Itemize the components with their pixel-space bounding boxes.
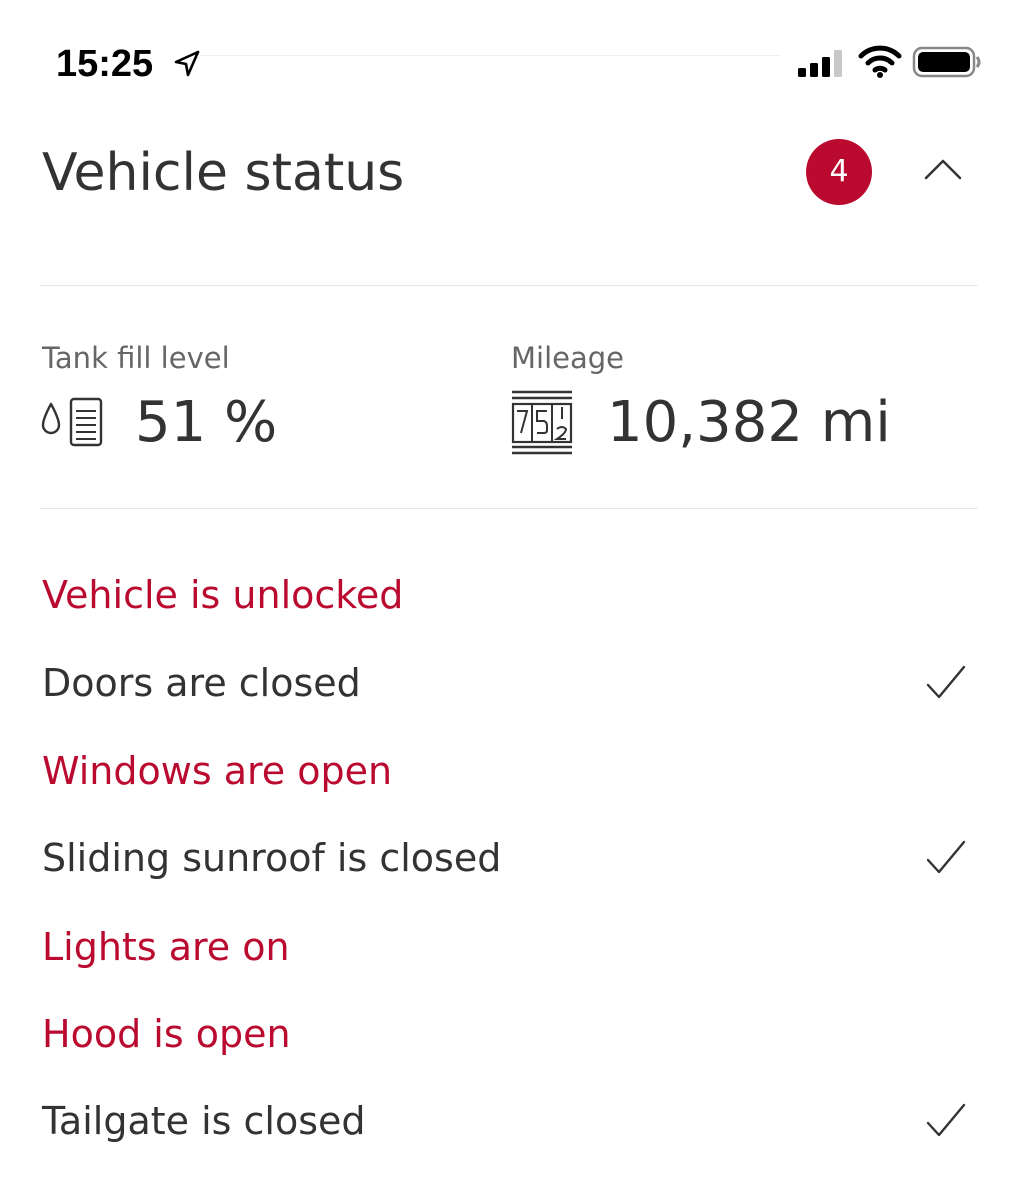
status-item-sunroof: Sliding sunroof is closed [42, 828, 978, 888]
checkmark-icon [926, 1103, 966, 1137]
page-title: Vehicle status [42, 143, 405, 203]
mileage-label: Mileage [511, 341, 624, 375]
chevron-up-icon [924, 159, 962, 180]
status-bar: 15:25 [0, 0, 1018, 110]
status-text: Windows are open [42, 749, 393, 793]
status-time: 15:25 [56, 43, 154, 85]
battery-icon [912, 46, 981, 78]
wifi-icon [858, 45, 902, 78]
alert-count-badge: 4 [806, 139, 872, 205]
status-text: Tailgate is closed [42, 1099, 366, 1143]
divider [40, 508, 978, 509]
status-text: Lights are on [42, 925, 290, 969]
status-item-doors: Doors are closed [42, 653, 978, 713]
status-item-tailgate: Tailgate is closed [42, 1091, 978, 1151]
status-item-lights: Lights are on [42, 917, 978, 977]
checkmark-icon [926, 665, 966, 699]
location-arrow-icon [174, 50, 200, 77]
status-text: Hood is open [42, 1012, 291, 1056]
status-text: Vehicle is unlocked [42, 573, 404, 617]
cellular-signal-icon [798, 50, 842, 77]
collapse-button[interactable] [916, 148, 970, 196]
mileage-value: 10,382 mi [607, 390, 891, 455]
checkmark-icon [926, 840, 966, 874]
odometer-icon [511, 390, 573, 455]
fuel-tank-icon [41, 397, 103, 447]
status-item-hood: Hood is open [42, 1004, 978, 1064]
tank-fill-label: Tank fill level [42, 341, 230, 375]
status-text: Sliding sunroof is closed [42, 836, 502, 880]
status-item-locked: Vehicle is unlocked [42, 565, 978, 625]
tank-fill-value: 51 % [135, 390, 278, 455]
status-text: Doors are closed [42, 661, 361, 705]
divider [40, 285, 978, 286]
status-item-windows: Windows are open [42, 741, 978, 801]
status-bar-divider [200, 55, 780, 56]
